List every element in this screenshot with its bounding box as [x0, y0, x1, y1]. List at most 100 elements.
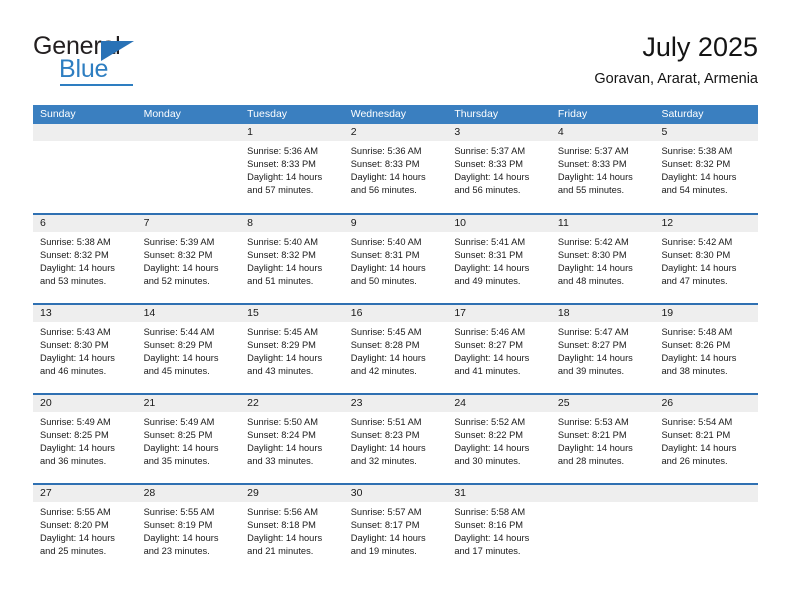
sunset-text: Sunset: 8:32 PM — [661, 158, 731, 169]
title-block: July 2025 Goravan, Ararat, Armenia — [594, 30, 758, 89]
day-info: Sunrise: 5:47 AM Sunset: 8:27 PM Dayligh… — [551, 322, 655, 378]
sunrise-text: Sunrise: 5:44 AM — [143, 327, 215, 337]
week-row: 13 Sunrise: 5:43 AM Sunset: 8:30 PM Dayl… — [33, 303, 759, 393]
day-info: Sunrise: 5:37 AM Sunset: 8:33 PM Dayligh… — [551, 141, 655, 197]
day-cell[interactable]: 4 Sunrise: 5:37 AM Sunset: 8:33 PM Dayli… — [550, 124, 655, 213]
daylight-text-line1: Daylight: 14 hours — [143, 262, 219, 273]
day-number: 11 — [550, 215, 655, 232]
day-number: 4 — [550, 124, 655, 141]
daylight-text-line2: and 25 minutes. — [40, 545, 107, 556]
daylight-text-line2: and 45 minutes. — [143, 365, 210, 376]
sunset-text: Sunset: 8:32 PM — [247, 249, 316, 260]
day-info: Sunrise: 5:49 AM Sunset: 8:25 PM Dayligh… — [33, 412, 137, 468]
daylight-text-line2: and 56 minutes. — [350, 184, 417, 195]
day-cell[interactable]: 6 Sunrise: 5:38 AM Sunset: 8:32 PM Dayli… — [33, 215, 137, 303]
sunset-text: Sunset: 8:22 PM — [454, 429, 524, 440]
day-cell[interactable]: 8 Sunrise: 5:40 AM Sunset: 8:32 PM Dayli… — [240, 215, 344, 303]
daylight-text-line2: and 46 minutes. — [40, 365, 107, 376]
day-cell[interactable]: 14 Sunrise: 5:44 AM Sunset: 8:29 PM Dayl… — [136, 305, 241, 393]
day-cell[interactable]: 20 Sunrise: 5:49 AM Sunset: 8:25 PM Dayl… — [33, 395, 137, 483]
weekday-header-row: Sunday Monday Tuesday Wednesday Thursday… — [33, 105, 758, 124]
daylight-text-line2: and 48 minutes. — [557, 275, 625, 286]
day-cell[interactable]: 30 Sunrise: 5:57 AM Sunset: 8:17 PM Dayl… — [343, 485, 448, 573]
day-cell[interactable]: 1 Sunrise: 5:36 AM Sunset: 8:33 PM Dayli… — [240, 124, 344, 213]
day-number: 15 — [240, 305, 344, 322]
day-cell[interactable]: 13 Sunrise: 5:43 AM Sunset: 8:30 PM Dayl… — [33, 305, 137, 393]
day-cell[interactable]: 19 Sunrise: 5:48 AM Sunset: 8:26 PM Dayl… — [654, 305, 759, 393]
day-number: 7 — [136, 215, 241, 232]
day-info: Sunrise: 5:48 AM Sunset: 8:26 PM Dayligh… — [654, 322, 758, 378]
daylight-text-line1: Daylight: 14 hours — [247, 532, 323, 543]
sunrise-text: Sunrise: 5:39 AM — [143, 237, 215, 247]
sunrise-text: Sunrise: 5:38 AM — [661, 146, 733, 156]
sunrise-text: Sunrise: 5:55 AM — [40, 507, 111, 517]
day-cell[interactable]: 12 Sunrise: 5:42 AM Sunset: 8:30 PM Dayl… — [654, 215, 759, 303]
day-number — [654, 485, 759, 502]
day-cell[interactable]: 11 Sunrise: 5:42 AM Sunset: 8:30 PM Dayl… — [550, 215, 655, 303]
day-info: Sunrise: 5:45 AM Sunset: 8:28 PM Dayligh… — [344, 322, 448, 378]
day-cell[interactable]: 21 Sunrise: 5:49 AM Sunset: 8:25 PM Dayl… — [136, 395, 241, 483]
sunset-text: Sunset: 8:32 PM — [143, 249, 213, 260]
sunrise-text: Sunrise: 5:55 AM — [143, 507, 215, 517]
day-cell[interactable]: 25 Sunrise: 5:53 AM Sunset: 8:21 PM Dayl… — [550, 395, 655, 483]
sunset-text: Sunset: 8:25 PM — [40, 429, 109, 440]
daylight-text-line2: and 47 minutes. — [661, 275, 728, 286]
daylight-text-line2: and 30 minutes. — [454, 455, 521, 466]
daylight-text-line2: and 55 minutes. — [557, 184, 625, 195]
sunrise-text: Sunrise: 5:36 AM — [247, 146, 318, 156]
daylight-text-line2: and 54 minutes. — [661, 184, 728, 195]
daylight-text-line1: Daylight: 14 hours — [350, 262, 426, 273]
sunrise-text: Sunrise: 5:42 AM — [557, 237, 629, 247]
day-cell[interactable]: 31 Sunrise: 5:58 AM Sunset: 8:16 PM Dayl… — [447, 485, 551, 573]
day-cell[interactable]: 2 Sunrise: 5:36 AM Sunset: 8:33 PM Dayli… — [343, 124, 448, 213]
day-info: Sunrise: 5:41 AM Sunset: 8:31 PM Dayligh… — [447, 232, 551, 288]
sunrise-text: Sunrise: 5:40 AM — [350, 237, 422, 247]
day-info: Sunrise: 5:39 AM Sunset: 8:32 PM Dayligh… — [137, 232, 241, 288]
daylight-text-line2: and 28 minutes. — [557, 455, 625, 466]
day-cell[interactable]: 23 Sunrise: 5:51 AM Sunset: 8:23 PM Dayl… — [343, 395, 448, 483]
daylight-text-line1: Daylight: 14 hours — [557, 262, 633, 273]
calendar-page: General Blue July 2025 Goravan, Ararat, … — [0, 0, 792, 612]
sunrise-text: Sunrise: 5:38 AM — [40, 237, 111, 247]
sunset-text: Sunset: 8:33 PM — [247, 158, 316, 169]
daylight-text-line2: and 38 minutes. — [661, 365, 728, 376]
day-info: Sunrise: 5:51 AM Sunset: 8:23 PM Dayligh… — [344, 412, 448, 468]
day-cell[interactable]: 26 Sunrise: 5:54 AM Sunset: 8:21 PM Dayl… — [654, 395, 759, 483]
sunrise-text: Sunrise: 5:40 AM — [247, 237, 318, 247]
day-cell[interactable]: 22 Sunrise: 5:50 AM Sunset: 8:24 PM Dayl… — [240, 395, 344, 483]
day-cell[interactable]: 16 Sunrise: 5:45 AM Sunset: 8:28 PM Dayl… — [343, 305, 448, 393]
day-number: 5 — [654, 124, 759, 141]
logo-underline — [60, 84, 133, 86]
sunset-text: Sunset: 8:29 PM — [143, 339, 213, 350]
sunset-text: Sunset: 8:29 PM — [247, 339, 316, 350]
day-cell[interactable]: 27 Sunrise: 5:55 AM Sunset: 8:20 PM Dayl… — [33, 485, 137, 573]
daylight-text-line1: Daylight: 14 hours — [350, 532, 426, 543]
sunrise-text: Sunrise: 5:36 AM — [350, 146, 422, 156]
day-info: Sunrise: 5:36 AM Sunset: 8:33 PM Dayligh… — [240, 141, 344, 197]
daylight-text-line2: and 43 minutes. — [247, 365, 314, 376]
day-cell[interactable]: 18 Sunrise: 5:47 AM Sunset: 8:27 PM Dayl… — [550, 305, 655, 393]
day-cell[interactable]: 24 Sunrise: 5:52 AM Sunset: 8:22 PM Dayl… — [447, 395, 551, 483]
sunset-text: Sunset: 8:31 PM — [350, 249, 420, 260]
day-cell[interactable]: 29 Sunrise: 5:56 AM Sunset: 8:18 PM Dayl… — [240, 485, 344, 573]
day-cell[interactable]: 28 Sunrise: 5:55 AM Sunset: 8:19 PM Dayl… — [136, 485, 241, 573]
daylight-text-line1: Daylight: 14 hours — [454, 442, 530, 453]
day-info: Sunrise: 5:38 AM Sunset: 8:32 PM Dayligh… — [33, 232, 137, 288]
day-cell[interactable]: 3 Sunrise: 5:37 AM Sunset: 8:33 PM Dayli… — [447, 124, 551, 213]
sunset-text: Sunset: 8:21 PM — [557, 429, 627, 440]
day-cell[interactable]: 5 Sunrise: 5:38 AM Sunset: 8:32 PM Dayli… — [654, 124, 759, 213]
sunset-text: Sunset: 8:26 PM — [661, 339, 731, 350]
sunset-text: Sunset: 8:17 PM — [350, 519, 420, 530]
sunrise-text: Sunrise: 5:46 AM — [454, 327, 526, 337]
sunrise-text: Sunrise: 5:45 AM — [247, 327, 318, 337]
day-cell[interactable]: 9 Sunrise: 5:40 AM Sunset: 8:31 PM Dayli… — [343, 215, 448, 303]
daylight-text-line1: Daylight: 14 hours — [40, 352, 115, 363]
sunrise-text: Sunrise: 5:43 AM — [40, 327, 111, 337]
day-cell[interactable]: 15 Sunrise: 5:45 AM Sunset: 8:29 PM Dayl… — [240, 305, 344, 393]
daylight-text-line1: Daylight: 14 hours — [247, 262, 323, 273]
sunrise-text: Sunrise: 5:57 AM — [350, 507, 422, 517]
day-cell[interactable]: 10 Sunrise: 5:41 AM Sunset: 8:31 PM Dayl… — [447, 215, 551, 303]
day-cell[interactable]: 7 Sunrise: 5:39 AM Sunset: 8:32 PM Dayli… — [136, 215, 241, 303]
daylight-text-line2: and 21 minutes. — [247, 545, 314, 556]
day-cell[interactable]: 17 Sunrise: 5:46 AM Sunset: 8:27 PM Dayl… — [447, 305, 551, 393]
